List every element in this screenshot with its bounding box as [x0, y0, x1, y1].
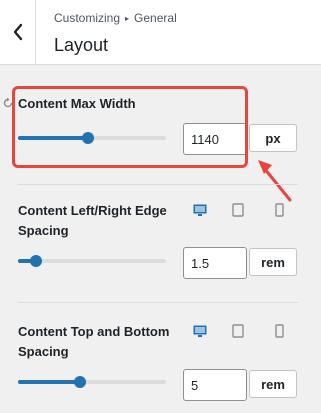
tablet-icon[interactable]	[231, 324, 245, 338]
divider	[18, 184, 298, 185]
slider-thumb[interactable]	[74, 376, 87, 388]
annotation-highlight-box	[12, 86, 248, 168]
breadcrumb-parent: Customizing	[54, 11, 121, 25]
triangle-right-icon: ▸	[125, 13, 130, 23]
slider-track[interactable]	[18, 376, 166, 388]
control-title: Content Top and Bottom Spacing	[18, 322, 169, 362]
unit-button[interactable]: px	[249, 124, 297, 152]
top-bottom-spacing-input[interactable]	[183, 369, 247, 401]
control-title-line-1: Content Left/Right Edge	[18, 203, 167, 218]
content-edge-spacing-control: Content Left/Right Edge Spacing rem	[0, 197, 321, 287]
slider-track[interactable]	[18, 255, 166, 267]
divider	[18, 302, 298, 303]
control-title: Content Left/Right Edge Spacing	[18, 201, 167, 241]
control-title-line-1: Content Top and Bottom	[18, 324, 170, 339]
edge-spacing-input[interactable]	[183, 247, 247, 279]
control-title-line-2: Spacing	[18, 223, 69, 238]
slider-fill	[18, 380, 81, 384]
page-title: Layout	[54, 35, 109, 55]
tablet-icon[interactable]	[231, 203, 245, 217]
desktop-icon[interactable]	[193, 203, 207, 217]
slider-thumb[interactable]	[29, 255, 42, 267]
back-button[interactable]	[0, 0, 36, 64]
control-title-line-2: Spacing	[18, 344, 69, 359]
unit-button[interactable]: rem	[249, 248, 297, 276]
breadcrumb-child: General	[134, 11, 177, 25]
mobile-icon[interactable]	[272, 203, 286, 217]
content-top-bottom-spacing-control: Content Top and Bottom Spacing rem	[0, 318, 321, 413]
chevron-left-icon	[13, 23, 22, 41]
unit-button[interactable]: rem	[249, 370, 297, 398]
customizer-header: Customizing ▸ General Layout	[0, 0, 321, 65]
mobile-icon[interactable]	[272, 324, 286, 338]
breadcrumb: Customizing ▸ General	[54, 11, 177, 25]
desktop-icon[interactable]	[193, 324, 207, 338]
